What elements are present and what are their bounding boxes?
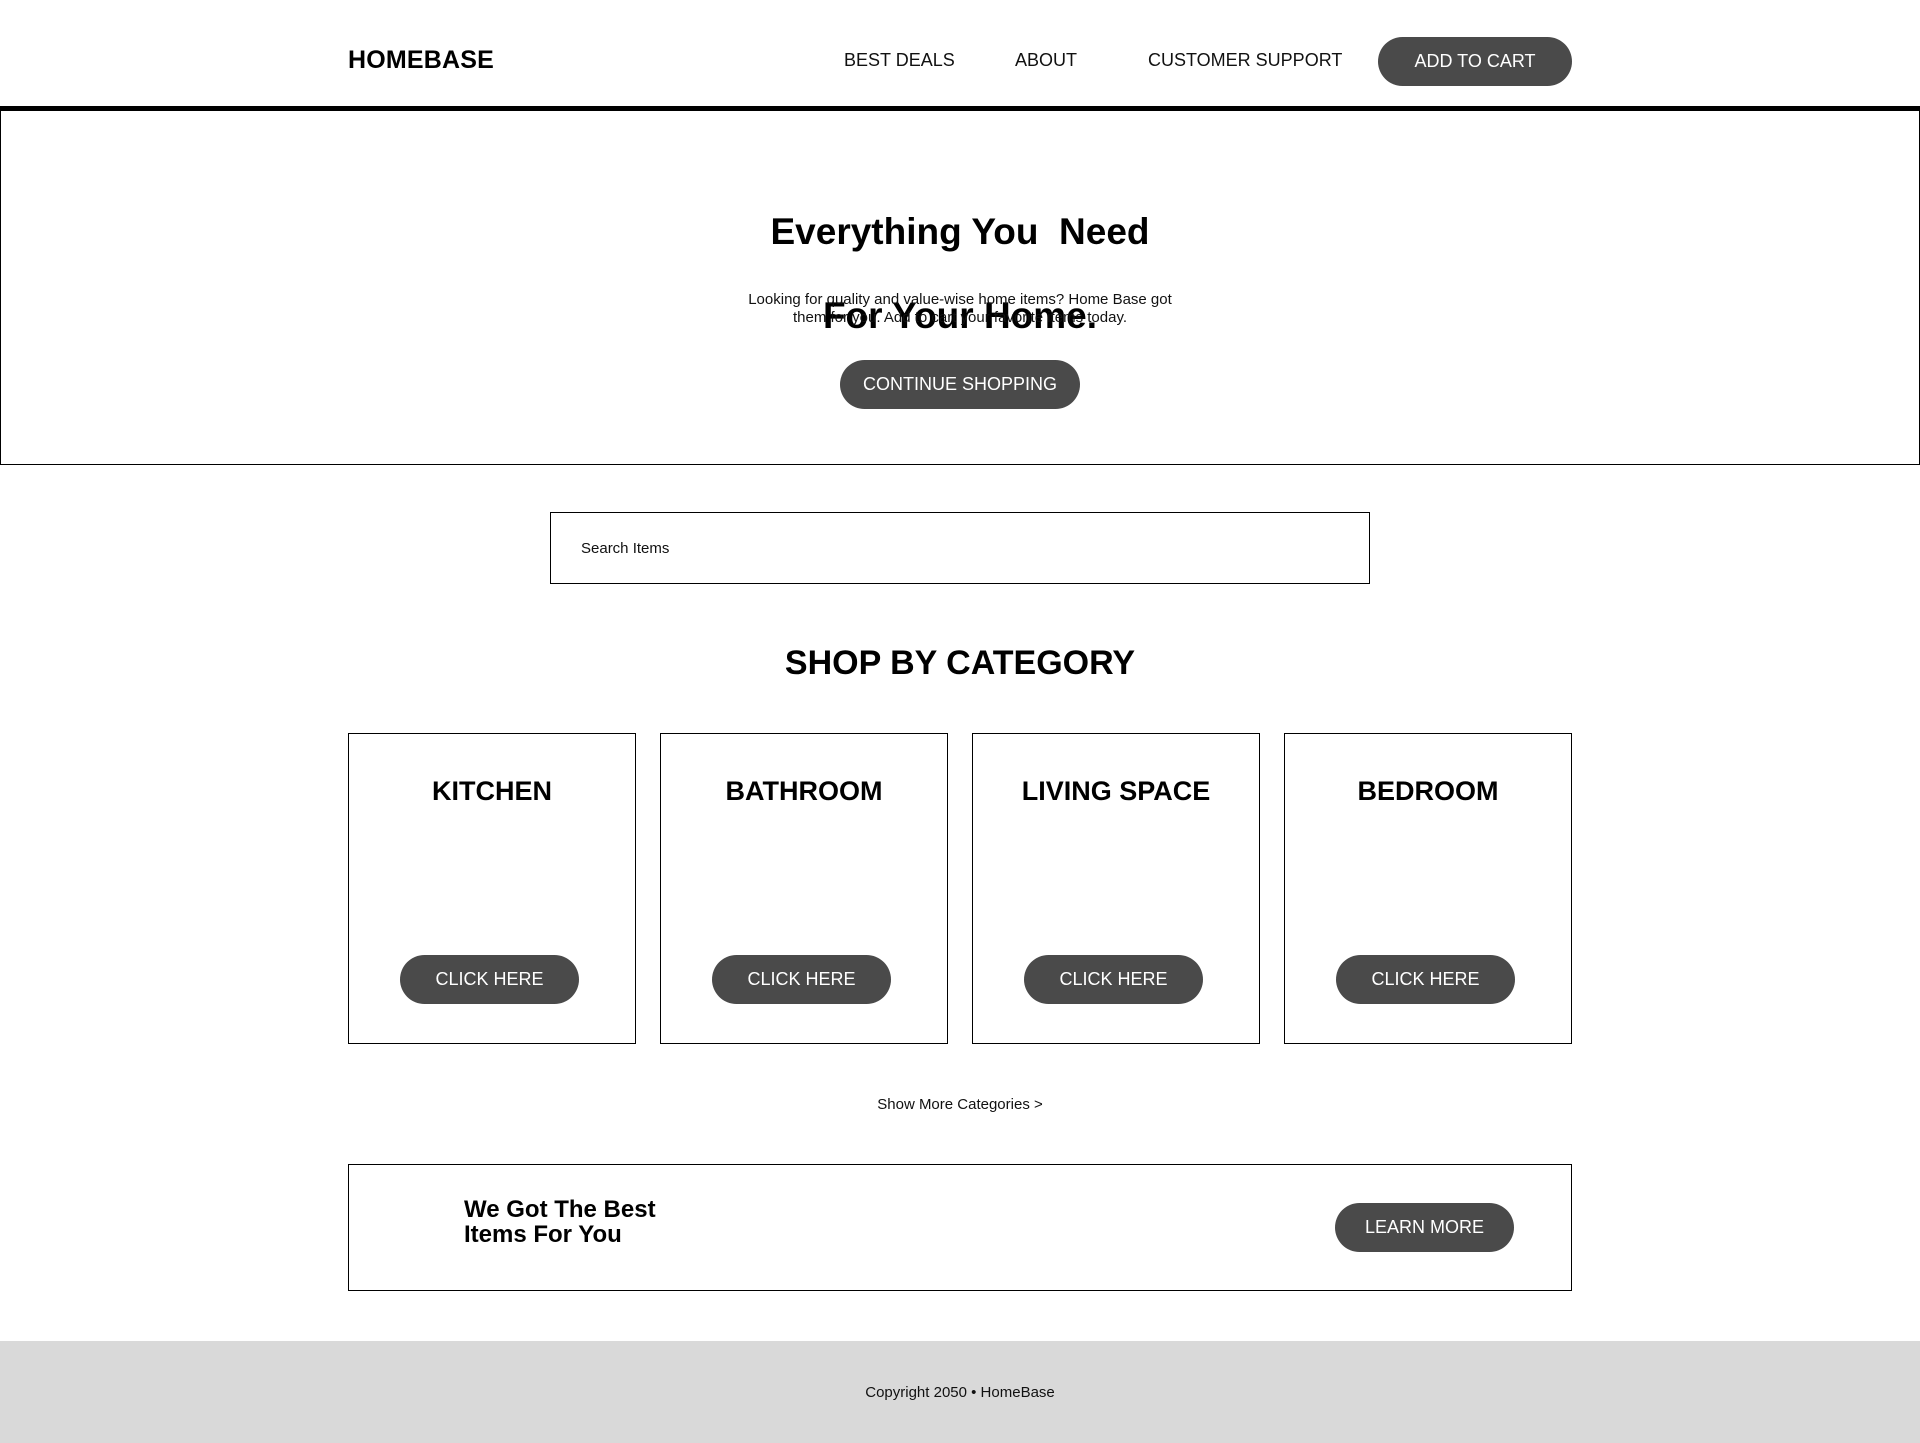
category-card-bedroom: BEDROOM CLICK HERE xyxy=(1284,733,1572,1044)
site-logo[interactable]: HOMEBASE xyxy=(348,46,494,75)
hero-title: Everything You Need For Your Home. xyxy=(0,169,1920,379)
category-card-living-space: LIVING SPACE CLICK HERE xyxy=(972,733,1260,1044)
banner-title: We Got The Best Items For You xyxy=(464,1197,656,1247)
footer: Copyright 2050 • HomeBase xyxy=(0,1341,1920,1443)
add-to-cart-button[interactable]: ADD TO CART xyxy=(1378,37,1572,86)
bedroom-click-here-button[interactable]: CLICK HERE xyxy=(1336,955,1515,1004)
category-title: BATHROOM xyxy=(725,776,883,806)
category-card-bathroom: BATHROOM CLICK HERE xyxy=(660,733,948,1044)
nav-about[interactable]: ABOUT xyxy=(1015,50,1077,71)
banner-title-line-2: Items For You xyxy=(464,1221,622,1248)
shop-by-category-title: SHOP BY CATEGORY xyxy=(784,644,1136,682)
hero-subtitle: Looking for quality and value-wise home … xyxy=(0,291,1920,327)
hero-subtitle-line-1: Looking for quality and value-wise home … xyxy=(748,291,1172,308)
continue-shopping-button[interactable]: CONTINUE SHOPPING xyxy=(840,360,1080,409)
banner-title-line-1: We Got The Best xyxy=(464,1196,656,1223)
living-space-click-here-button[interactable]: CLICK HERE xyxy=(1024,955,1203,1004)
category-card-kitchen: KITCHEN CLICK HERE xyxy=(348,733,636,1044)
category-title: BEDROOM xyxy=(1357,776,1499,806)
category-title: LIVING SPACE xyxy=(1021,776,1211,806)
category-title: KITCHEN xyxy=(432,776,552,806)
bathroom-click-here-button[interactable]: CLICK HERE xyxy=(712,955,891,1004)
promo-banner: We Got The Best Items For You LEARN MORE xyxy=(348,1164,1572,1291)
nav-best-deals[interactable]: BEST DEALS xyxy=(844,50,955,71)
learn-more-button[interactable]: LEARN MORE xyxy=(1335,1203,1514,1252)
hero-title-line-1: Everything You Need xyxy=(770,211,1150,252)
hero-subtitle-line-2: them for you. Add to cart your favorite … xyxy=(792,309,1128,326)
search-box[interactable] xyxy=(550,512,1370,584)
show-more-categories-link[interactable]: Show More Categories > xyxy=(0,1096,1920,1113)
kitchen-click-here-button[interactable]: CLICK HERE xyxy=(400,955,579,1004)
search-input[interactable] xyxy=(579,538,1369,558)
nav-customer-support[interactable]: CUSTOMER SUPPORT xyxy=(1148,50,1342,71)
copyright-text: Copyright 2050 • HomeBase xyxy=(865,1383,1055,1401)
